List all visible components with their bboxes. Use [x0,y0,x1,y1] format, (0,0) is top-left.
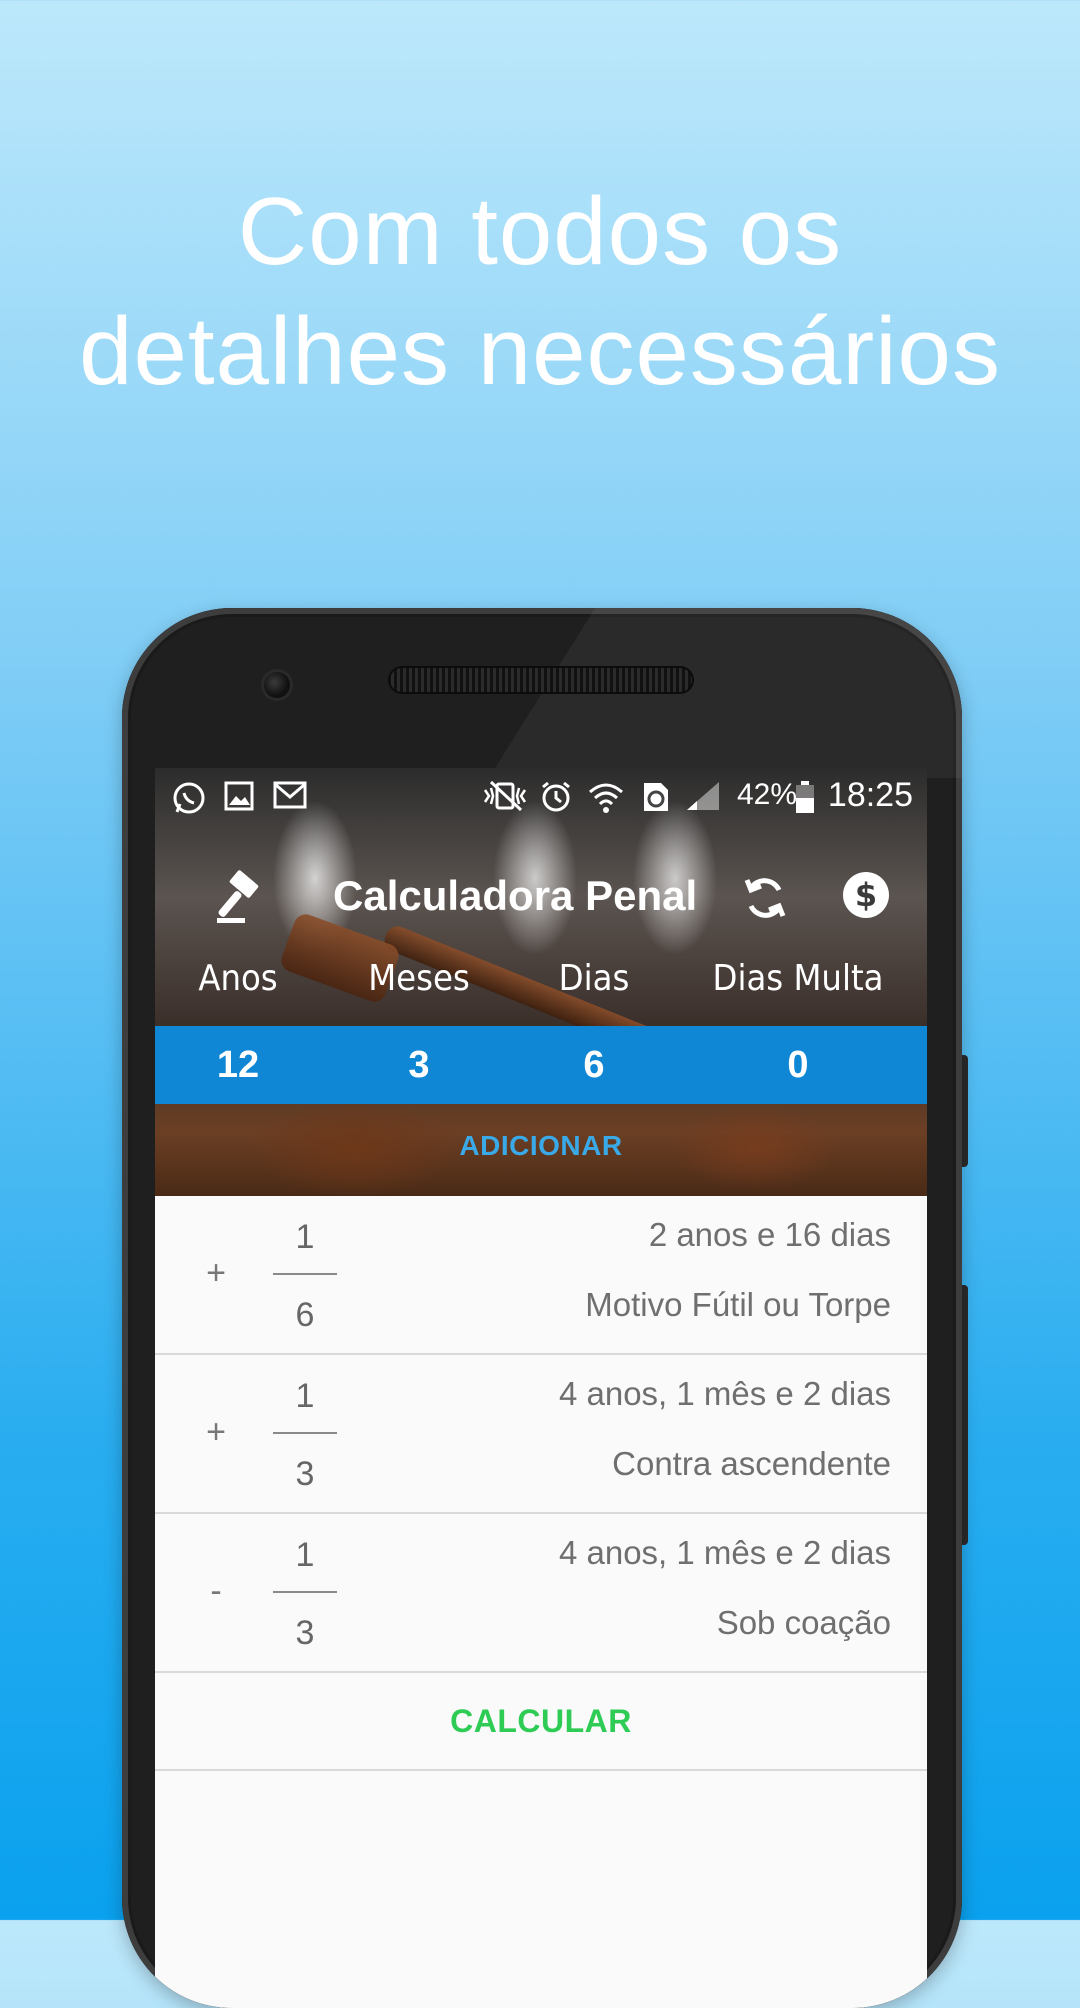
fraction-denominator: 6 [295,1296,315,1334]
modifier-description: Motivo Fútil ou Torpe [585,1286,891,1323]
fraction-numerator: 1 [295,1377,315,1415]
dollar-icon[interactable]: $ [841,870,891,925]
calcular-row: CALCULAR [155,1673,927,1771]
svg-text:$: $ [855,876,877,914]
value-meses[interactable]: 3 [408,1044,429,1087]
battery-icon [795,780,815,822]
app-title: Calculadora Penal [333,872,698,919]
fraction-numerator: 1 [295,1218,315,1256]
modifiers-list: + 1 6 2 anos e 16 dias Motivo Fútil ou T… [155,1196,927,1771]
list-item[interactable]: - 1 3 4 anos, 1 mês e 2 dias Sob coação [155,1514,927,1673]
clock: 18:25 [827,776,913,814]
label-anos: Anos [198,958,278,999]
fraction-line [273,1432,337,1434]
data-saver-icon [641,780,671,822]
list-item[interactable]: + 1 3 4 anos, 1 mês e 2 dias Contra asce… [155,1355,927,1514]
modifier-duration: 4 anos, 1 mês e 2 dias [558,1375,891,1412]
adicionar-button[interactable]: ADICIONAR [155,1130,927,1162]
promo-headline: Com todos os detalhes necessários [0,172,1080,412]
app-screen: 42% 18:25 Calculadora Penal $ Anos Meses… [155,768,927,2008]
image-icon [223,780,255,820]
modifier-description: Contra ascendente [612,1445,891,1482]
wifi-icon [587,780,625,822]
earpiece-speaker [388,666,694,694]
refresh-icon[interactable] [741,872,789,929]
label-meses: Meses [368,958,470,999]
fraction-line [273,1273,337,1275]
front-camera [264,672,290,698]
modifier-description: Sob coação [716,1604,891,1641]
label-dias-multa: Dias Multa [712,958,884,999]
signal-icon [685,780,721,820]
fraction-line [273,1591,337,1593]
modifier-duration: 2 anos e 16 dias [648,1216,891,1253]
value-dias[interactable]: 6 [583,1044,604,1087]
vibrate-icon [481,780,529,820]
fraction-numerator: 1 [295,1536,315,1574]
column-labels: Anos Meses Dias Dias Multa [155,948,927,1008]
calcular-button[interactable]: CALCULAR [155,1703,927,1740]
value-dias-multa[interactable]: 0 [787,1044,808,1087]
modifier-sign: - [210,1572,222,1610]
gmail-icon [273,780,307,818]
phone-frame: 42% 18:25 Calculadora Penal $ Anos Meses… [122,608,962,2008]
headline-line-1: Com todos os [237,178,843,285]
modifier-duration: 4 anos, 1 mês e 2 dias [558,1534,891,1571]
headline-line-2: detalhes necessários [79,298,1001,405]
app-toolbar: Calculadora Penal $ [155,848,927,948]
values-bar: 12 3 6 0 [155,1026,927,1104]
modifier-sign: + [206,1254,226,1292]
whatsapp-icon [171,780,207,824]
list-item[interactable]: + 1 6 2 anos e 16 dias Motivo Fútil ou T… [155,1196,927,1355]
gavel-icon[interactable] [211,870,267,931]
label-dias: Dias [558,958,630,999]
fraction-denominator: 3 [295,1614,315,1652]
alarm-icon [539,780,573,822]
status-bar: 42% 18:25 [155,768,927,824]
fraction-denominator: 3 [295,1455,315,1493]
modifier-sign: + [206,1413,226,1451]
value-anos[interactable]: 12 [217,1044,259,1087]
battery-percent: 42% [737,778,798,811]
